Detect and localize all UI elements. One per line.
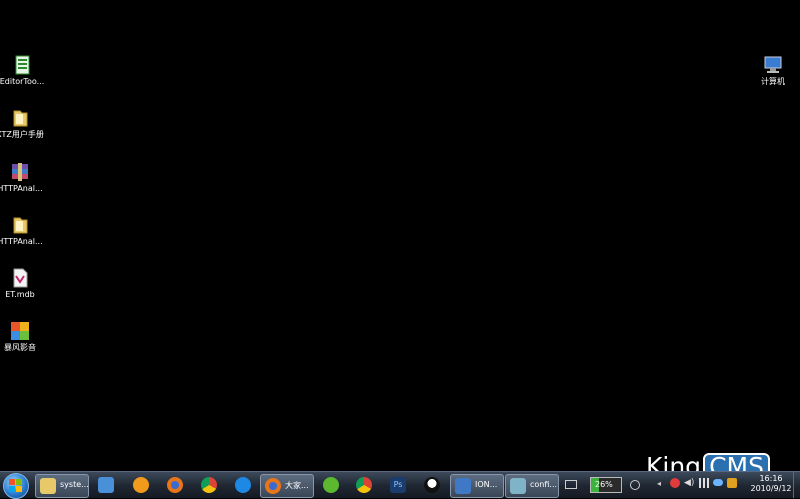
- desktop-icon-httpanal-archive[interactable]: HTTPAnal...: [0, 162, 46, 194]
- config-window-icon: [510, 478, 526, 494]
- network-signal-icon[interactable]: [699, 478, 709, 488]
- show-desktop-button[interactable]: [793, 472, 800, 498]
- desktop-icon-label: ET.mdb: [5, 290, 35, 299]
- keyboard-icon[interactable]: [565, 480, 577, 489]
- folder-icon: [10, 108, 30, 128]
- clock-time: 16:16: [759, 474, 783, 483]
- remote-desktop-icon: [98, 477, 114, 493]
- app-tray-icon[interactable]: [727, 478, 737, 488]
- desktop-icon-label: XTZ用户手册: [0, 130, 44, 139]
- green-app-icon: [323, 477, 339, 493]
- computer-icon: [763, 55, 783, 75]
- desktop-icon-label: HTTPAnal...: [0, 237, 43, 246]
- taskbar-pin-photoshop[interactable]: Ps: [385, 474, 411, 496]
- taskbar-button-label: ION...: [475, 480, 498, 489]
- taskbar-pin-chrome[interactable]: [196, 474, 222, 496]
- antivirus-icon[interactable]: [670, 478, 680, 488]
- taskbar-pin-remote-desktop[interactable]: [93, 474, 119, 496]
- taskbar-button-config-window[interactable]: confi...: [505, 474, 559, 498]
- power-icon[interactable]: [630, 480, 640, 490]
- taskbar-pin-green-app[interactable]: [318, 474, 344, 496]
- firefox-icon: [265, 478, 281, 494]
- ie-icon: [235, 477, 251, 493]
- desktop-icon-label: 暴风影音: [4, 343, 36, 352]
- clock-date: 2010/9/12: [750, 484, 792, 493]
- desktop-icon-xtz-manual[interactable]: XTZ用户手册: [0, 108, 46, 140]
- taskbar: syste... 大家... Ps ION... confi... 26% ◂ …: [0, 471, 800, 499]
- desktop-icon-label: HTTPAnal...: [0, 184, 43, 193]
- taskbar-button-ion-window[interactable]: ION...: [450, 474, 504, 498]
- taskbar-pin-orange-browser[interactable]: [128, 474, 154, 496]
- battery-meter[interactable]: 26%: [590, 477, 622, 493]
- chrome-icon: [356, 477, 372, 493]
- desktop-icon-computer[interactable]: 计算机: [747, 55, 799, 87]
- desktop-icon-editortool[interactable]: EditorToo...: [0, 55, 48, 87]
- folder-icon: [10, 215, 30, 235]
- taskbar-pin-ie[interactable]: [230, 474, 256, 496]
- network-window-icon: [455, 478, 471, 494]
- taskbar-button-label: syste...: [60, 480, 89, 489]
- tray-chevron-icon[interactable]: ◂: [657, 479, 661, 488]
- firefox-icon: [167, 477, 183, 493]
- desktop-icon-label: 计算机: [761, 77, 785, 86]
- taskbar-pin-firefox[interactable]: [162, 474, 188, 496]
- chrome-icon: [201, 477, 217, 493]
- taskbar-pin-qq[interactable]: [419, 474, 445, 496]
- taskbar-button-label: 大家...: [285, 481, 309, 490]
- system-clock[interactable]: 16:16 2010/9/12: [742, 474, 800, 494]
- winrar-archive-icon: [10, 162, 30, 182]
- media-player-icon: [10, 321, 30, 341]
- taskbar-button-firefox-window[interactable]: 大家...: [260, 474, 314, 498]
- photoshop-icon: Ps: [390, 477, 406, 493]
- start-button[interactable]: [3, 473, 29, 499]
- folder-icon: [40, 478, 56, 494]
- volume-icon[interactable]: ◀): [684, 478, 694, 488]
- desktop-icon-baofeng[interactable]: 暴风影音: [0, 321, 46, 353]
- taskbar-button-system-folder[interactable]: syste...: [35, 474, 89, 498]
- battery-percent: 26%: [595, 480, 613, 489]
- database-file-icon: [10, 268, 30, 288]
- editor-tool-icon: [12, 55, 32, 75]
- qq-icon: [424, 477, 440, 493]
- windows-start-icon: [9, 479, 22, 492]
- desktop-icon-label: EditorToo...: [0, 77, 45, 86]
- browser-orange-icon: [133, 477, 149, 493]
- taskbar-pin-chrome-2[interactable]: [351, 474, 377, 496]
- taskbar-button-label: confi...: [530, 480, 558, 489]
- cloud-icon[interactable]: [713, 479, 723, 486]
- desktop-icon-httpanal-folder[interactable]: HTTPAnal...: [0, 215, 46, 247]
- desktop-icon-et-mdb[interactable]: ET.mdb: [0, 268, 46, 300]
